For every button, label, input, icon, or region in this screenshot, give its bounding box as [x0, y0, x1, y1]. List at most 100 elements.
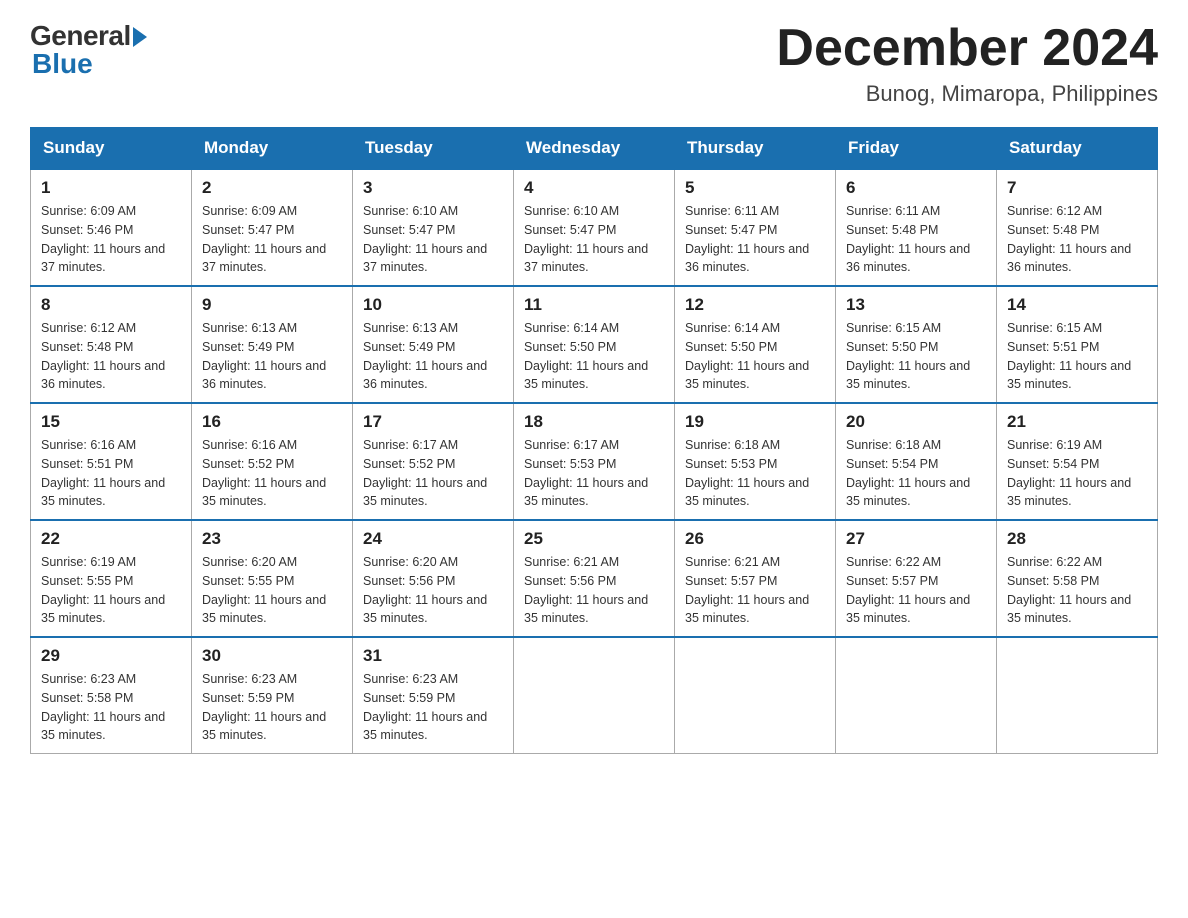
- calendar-cell: [514, 637, 675, 754]
- month-title: December 2024: [776, 20, 1158, 77]
- day-info: Sunrise: 6:12 AMSunset: 5:48 PMDaylight:…: [1007, 202, 1147, 277]
- calendar-cell: 31 Sunrise: 6:23 AMSunset: 5:59 PMDayligh…: [353, 637, 514, 754]
- calendar-cell: 23 Sunrise: 6:20 AMSunset: 5:55 PMDayligh…: [192, 520, 353, 637]
- calendar-cell: 28 Sunrise: 6:22 AMSunset: 5:58 PMDayligh…: [997, 520, 1158, 637]
- calendar-cell: 11 Sunrise: 6:14 AMSunset: 5:50 PMDayligh…: [514, 286, 675, 403]
- calendar-cell: 15 Sunrise: 6:16 AMSunset: 5:51 PMDayligh…: [31, 403, 192, 520]
- day-info: Sunrise: 6:19 AMSunset: 5:55 PMDaylight:…: [41, 553, 181, 628]
- day-info: Sunrise: 6:17 AMSunset: 5:53 PMDaylight:…: [524, 436, 664, 511]
- calendar-table: SundayMondayTuesdayWednesdayThursdayFrid…: [30, 127, 1158, 754]
- day-info: Sunrise: 6:16 AMSunset: 5:51 PMDaylight:…: [41, 436, 181, 511]
- day-info: Sunrise: 6:18 AMSunset: 5:54 PMDaylight:…: [846, 436, 986, 511]
- calendar-cell: 4Sunrise: 6:10 AMSunset: 5:47 PMDaylight…: [514, 169, 675, 286]
- week-row-2: 8 Sunrise: 6:12 AMSunset: 5:48 PMDaylight…: [31, 286, 1158, 403]
- calendar-cell: [675, 637, 836, 754]
- day-info: Sunrise: 6:11 AMSunset: 5:47 PMDaylight:…: [685, 202, 825, 277]
- day-info: Sunrise: 6:09 AMSunset: 5:46 PMDaylight:…: [41, 202, 181, 277]
- day-info: Sunrise: 6:15 AMSunset: 5:50 PMDaylight:…: [846, 319, 986, 394]
- calendar-cell: 27 Sunrise: 6:22 AMSunset: 5:57 PMDayligh…: [836, 520, 997, 637]
- day-info: Sunrise: 6:12 AMSunset: 5:48 PMDaylight:…: [41, 319, 181, 394]
- day-info: Sunrise: 6:10 AMSunset: 5:47 PMDaylight:…: [363, 202, 503, 277]
- calendar-cell: 18 Sunrise: 6:17 AMSunset: 5:53 PMDayligh…: [514, 403, 675, 520]
- day-number: 22: [41, 529, 181, 549]
- day-number: 9: [202, 295, 342, 315]
- calendar-cell: 29Sunrise: 6:23 AMSunset: 5:58 PMDayligh…: [31, 637, 192, 754]
- day-number: 1: [41, 178, 181, 198]
- day-info: Sunrise: 6:11 AMSunset: 5:48 PMDaylight:…: [846, 202, 986, 277]
- calendar-cell: 1 Sunrise: 6:09 AMSunset: 5:46 PMDaylight…: [31, 169, 192, 286]
- column-header-monday: Monday: [192, 128, 353, 170]
- calendar-cell: 6 Sunrise: 6:11 AMSunset: 5:48 PMDaylight…: [836, 169, 997, 286]
- calendar-cell: 19Sunrise: 6:18 AMSunset: 5:53 PMDayligh…: [675, 403, 836, 520]
- column-header-sunday: Sunday: [31, 128, 192, 170]
- calendar-cell: 21 Sunrise: 6:19 AMSunset: 5:54 PMDayligh…: [997, 403, 1158, 520]
- week-row-5: 29Sunrise: 6:23 AMSunset: 5:58 PMDayligh…: [31, 637, 1158, 754]
- logo-triangle-icon: [133, 27, 147, 47]
- day-info: Sunrise: 6:23 AMSunset: 5:58 PMDaylight:…: [41, 670, 181, 745]
- week-row-3: 15 Sunrise: 6:16 AMSunset: 5:51 PMDayligh…: [31, 403, 1158, 520]
- column-header-thursday: Thursday: [675, 128, 836, 170]
- day-number: 28: [1007, 529, 1147, 549]
- week-row-4: 22 Sunrise: 6:19 AMSunset: 5:55 PMDayligh…: [31, 520, 1158, 637]
- day-number: 6: [846, 178, 986, 198]
- calendar-cell: [997, 637, 1158, 754]
- day-info: Sunrise: 6:22 AMSunset: 5:58 PMDaylight:…: [1007, 553, 1147, 628]
- day-number: 18: [524, 412, 664, 432]
- day-number: 15: [41, 412, 181, 432]
- calendar-cell: 12 Sunrise: 6:14 AMSunset: 5:50 PMDayligh…: [675, 286, 836, 403]
- day-number: 26: [685, 529, 825, 549]
- day-number: 5: [685, 178, 825, 198]
- day-number: 11: [524, 295, 664, 315]
- calendar-cell: 9Sunrise: 6:13 AMSunset: 5:49 PMDaylight…: [192, 286, 353, 403]
- calendar-cell: 3Sunrise: 6:10 AMSunset: 5:47 PMDaylight…: [353, 169, 514, 286]
- calendar-cell: 14 Sunrise: 6:15 AMSunset: 5:51 PMDayligh…: [997, 286, 1158, 403]
- day-info: Sunrise: 6:09 AMSunset: 5:47 PMDaylight:…: [202, 202, 342, 277]
- day-info: Sunrise: 6:21 AMSunset: 5:56 PMDaylight:…: [524, 553, 664, 628]
- day-number: 4: [524, 178, 664, 198]
- day-number: 31: [363, 646, 503, 666]
- day-info: Sunrise: 6:13 AMSunset: 5:49 PMDaylight:…: [363, 319, 503, 394]
- day-info: Sunrise: 6:14 AMSunset: 5:50 PMDaylight:…: [524, 319, 664, 394]
- day-info: Sunrise: 6:22 AMSunset: 5:57 PMDaylight:…: [846, 553, 986, 628]
- logo: General Blue: [30, 20, 147, 80]
- day-info: Sunrise: 6:21 AMSunset: 5:57 PMDaylight:…: [685, 553, 825, 628]
- calendar-cell: 25Sunrise: 6:21 AMSunset: 5:56 PMDayligh…: [514, 520, 675, 637]
- day-number: 14: [1007, 295, 1147, 315]
- day-info: Sunrise: 6:23 AMSunset: 5:59 PMDaylight:…: [363, 670, 503, 745]
- day-info: Sunrise: 6:15 AMSunset: 5:51 PMDaylight:…: [1007, 319, 1147, 394]
- logo-blue-text: Blue: [30, 48, 93, 80]
- column-header-tuesday: Tuesday: [353, 128, 514, 170]
- day-number: 17: [363, 412, 503, 432]
- calendar-cell: 7 Sunrise: 6:12 AMSunset: 5:48 PMDaylight…: [997, 169, 1158, 286]
- day-info: Sunrise: 6:20 AMSunset: 5:55 PMDaylight:…: [202, 553, 342, 628]
- calendar-cell: 2 Sunrise: 6:09 AMSunset: 5:47 PMDaylight…: [192, 169, 353, 286]
- day-info: Sunrise: 6:23 AMSunset: 5:59 PMDaylight:…: [202, 670, 342, 745]
- day-info: Sunrise: 6:20 AMSunset: 5:56 PMDaylight:…: [363, 553, 503, 628]
- day-info: Sunrise: 6:14 AMSunset: 5:50 PMDaylight:…: [685, 319, 825, 394]
- day-info: Sunrise: 6:16 AMSunset: 5:52 PMDaylight:…: [202, 436, 342, 511]
- day-number: 16: [202, 412, 342, 432]
- calendar-header-row: SundayMondayTuesdayWednesdayThursdayFrid…: [31, 128, 1158, 170]
- page-header: General Blue December 2024 Bunog, Mimaro…: [30, 20, 1158, 107]
- week-row-1: 1 Sunrise: 6:09 AMSunset: 5:46 PMDaylight…: [31, 169, 1158, 286]
- calendar-cell: 22 Sunrise: 6:19 AMSunset: 5:55 PMDayligh…: [31, 520, 192, 637]
- calendar-cell: 13Sunrise: 6:15 AMSunset: 5:50 PMDayligh…: [836, 286, 997, 403]
- day-info: Sunrise: 6:19 AMSunset: 5:54 PMDaylight:…: [1007, 436, 1147, 511]
- day-number: 12: [685, 295, 825, 315]
- day-number: 8: [41, 295, 181, 315]
- title-section: December 2024 Bunog, Mimaropa, Philippin…: [776, 20, 1158, 107]
- day-number: 20: [846, 412, 986, 432]
- calendar-cell: 20 Sunrise: 6:18 AMSunset: 5:54 PMDayligh…: [836, 403, 997, 520]
- day-number: 23: [202, 529, 342, 549]
- day-number: 10: [363, 295, 503, 315]
- calendar-cell: 10 Sunrise: 6:13 AMSunset: 5:49 PMDayligh…: [353, 286, 514, 403]
- day-number: 2: [202, 178, 342, 198]
- day-number: 7: [1007, 178, 1147, 198]
- day-number: 24: [363, 529, 503, 549]
- day-number: 21: [1007, 412, 1147, 432]
- day-number: 27: [846, 529, 986, 549]
- calendar-cell: 5 Sunrise: 6:11 AMSunset: 5:47 PMDaylight…: [675, 169, 836, 286]
- column-header-saturday: Saturday: [997, 128, 1158, 170]
- day-number: 19: [685, 412, 825, 432]
- day-number: 30: [202, 646, 342, 666]
